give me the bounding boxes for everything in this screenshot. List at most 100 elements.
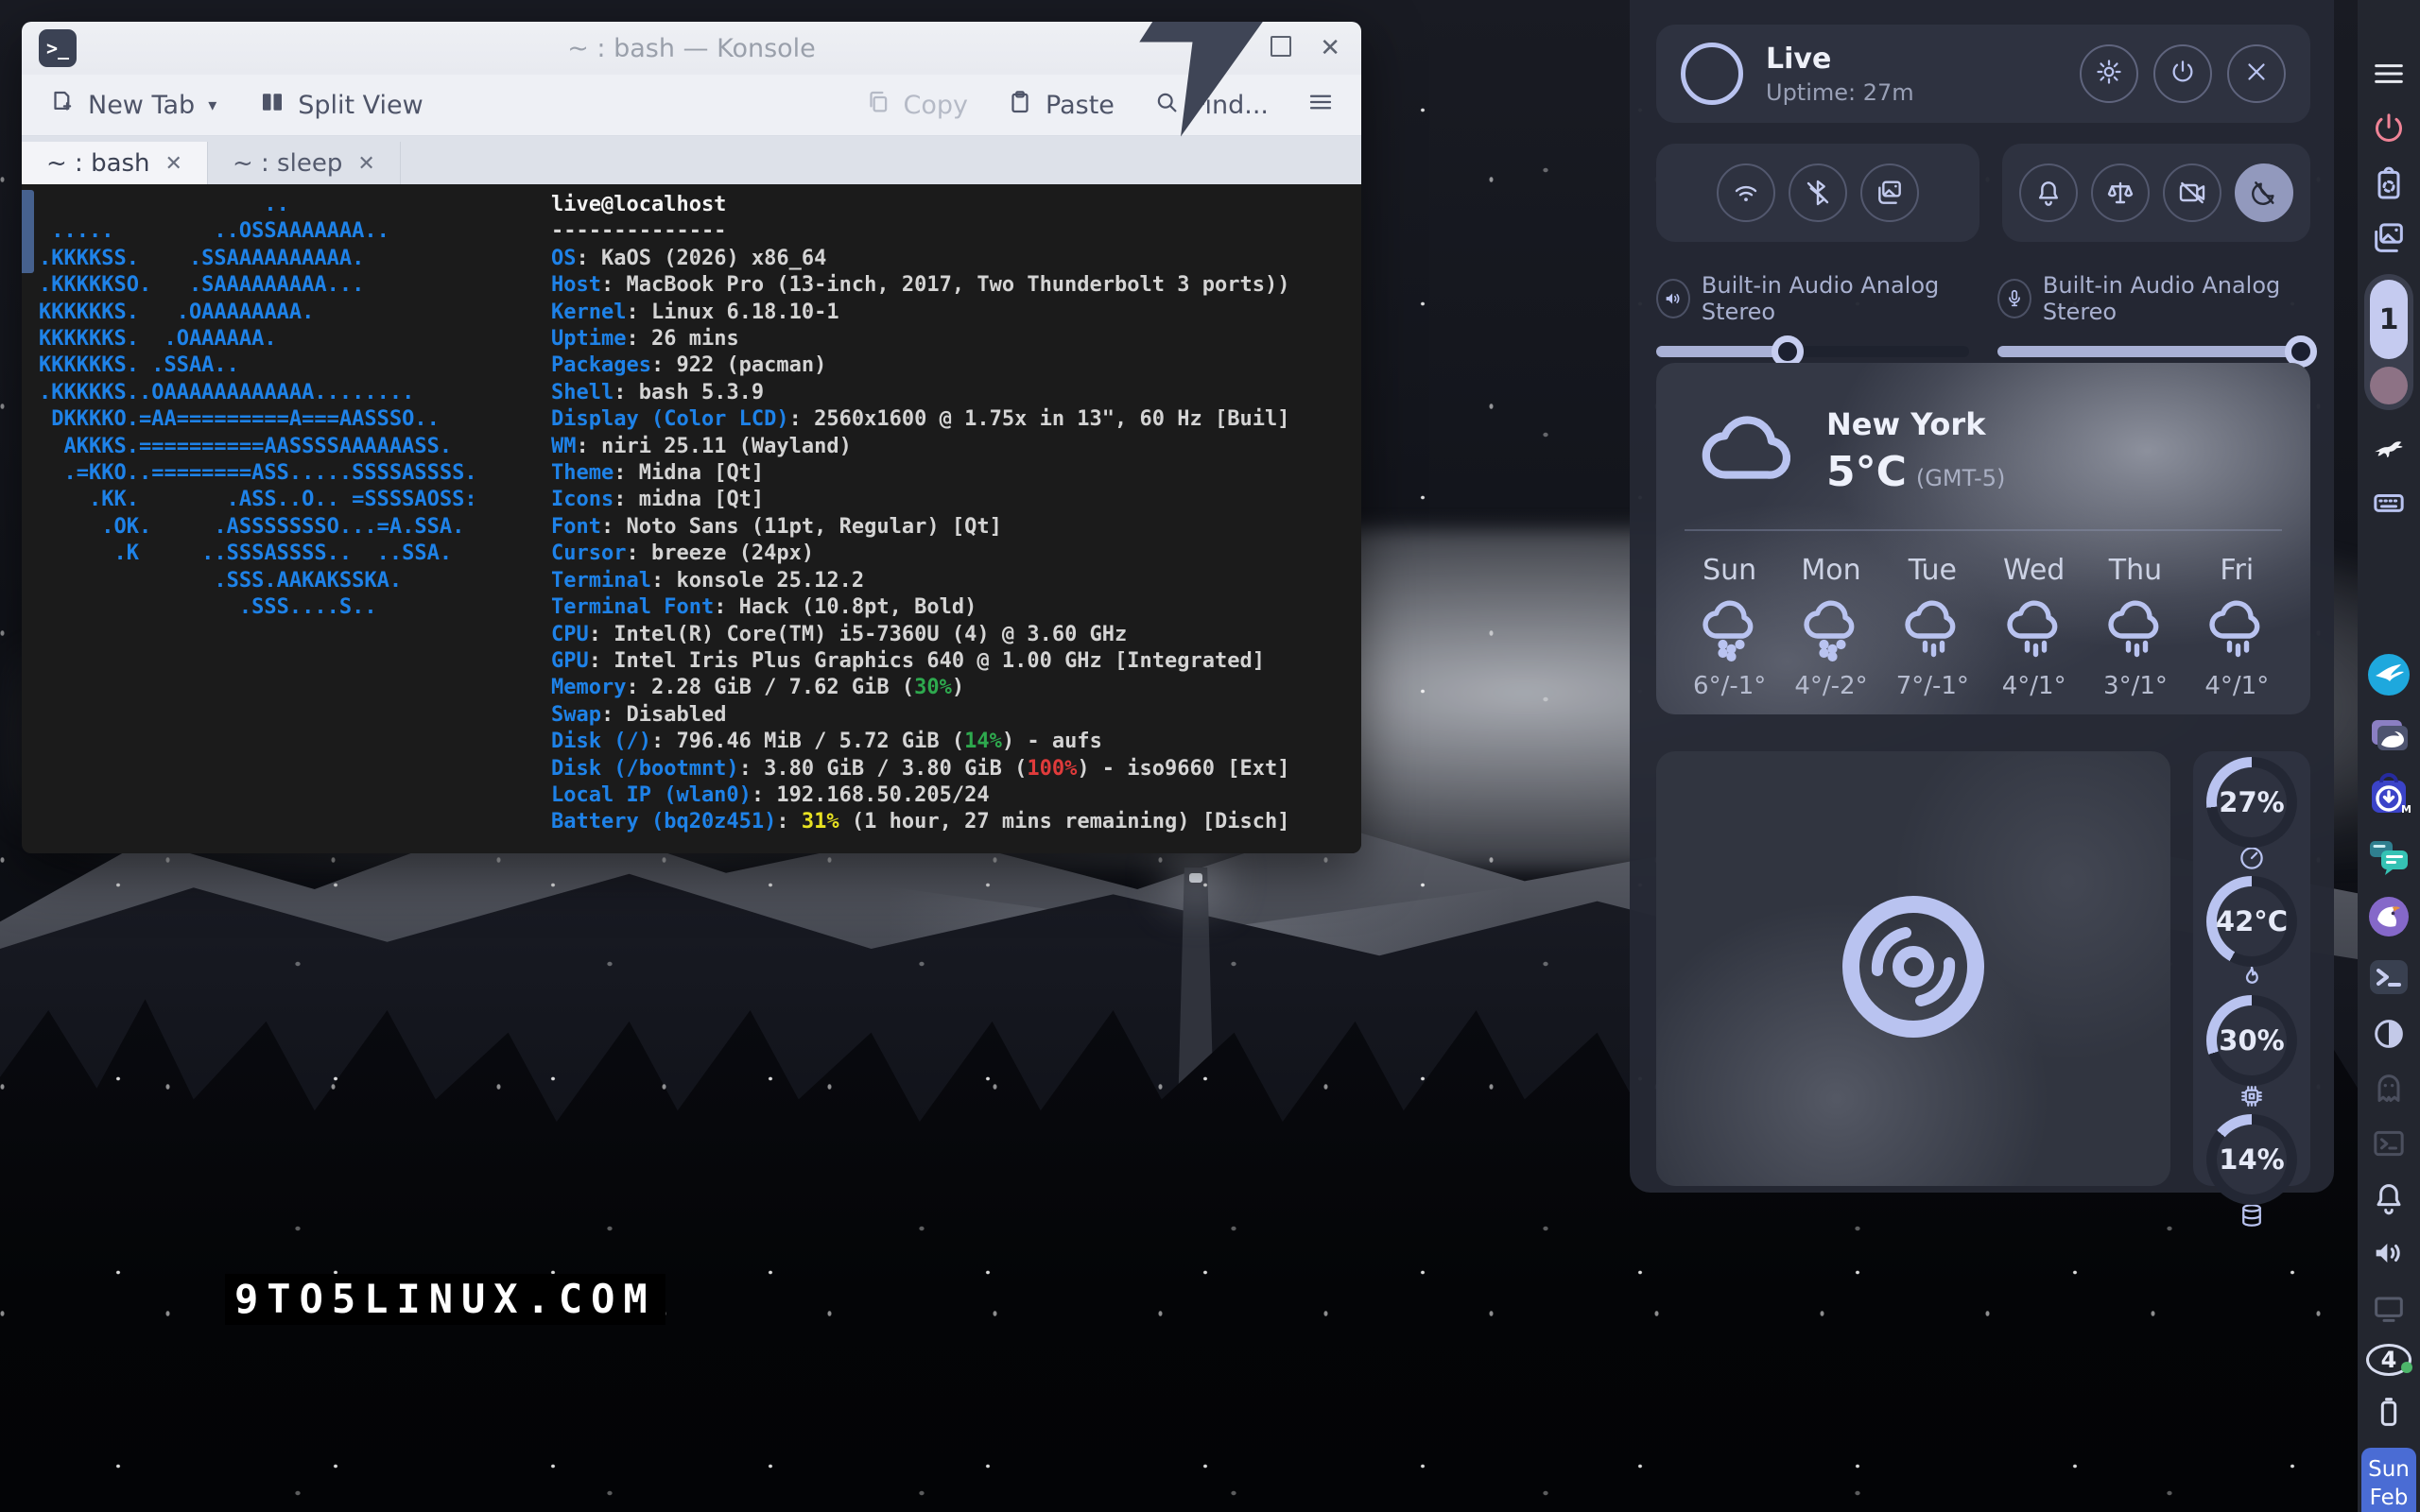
dock-volume-button[interactable] — [2364, 1234, 2413, 1272]
dock-contrast-button[interactable] — [2364, 1015, 2413, 1053]
dock-app-kaos-launcher[interactable] — [2364, 652, 2413, 697]
toggles-card-2 — [2002, 144, 2310, 242]
dock-app-dolphin[interactable] — [2364, 713, 2413, 758]
dock-keyboard-button[interactable] — [2364, 484, 2413, 522]
chip-icon — [2206, 1082, 2297, 1114]
speaker-icon — [1656, 279, 1690, 318]
dock-terminal-outline-button[interactable] — [2364, 1125, 2413, 1162]
dock-clipboard-button[interactable] — [2364, 164, 2413, 202]
dock-app-falkon[interactable] — [2364, 894, 2413, 939]
new-tab-button[interactable]: New Tab ▾ — [48, 88, 216, 123]
database-icon — [2206, 1201, 2297, 1233]
dock-display-button[interactable] — [2364, 1289, 2413, 1327]
toggle-wifi[interactable] — [1717, 163, 1775, 222]
workspace-other[interactable] — [2370, 367, 2408, 404]
close-icon — [2242, 58, 2271, 90]
settings-button[interactable] — [2080, 44, 2138, 103]
workspace-current[interactable]: 1 — [2370, 280, 2408, 359]
weather-temp: 5°C(GMT-5) — [1826, 448, 2005, 496]
forecast-day: Mon4°/-2° — [1780, 548, 1881, 697]
audio-device: Built-in Audio Analog Stereo — [1997, 272, 2310, 352]
gear-icon — [2095, 58, 2123, 90]
media-widget[interactable] — [1656, 751, 2170, 1186]
volume-slider[interactable] — [1656, 346, 1969, 357]
dock-photos-button[interactable] — [2364, 219, 2413, 257]
gauge-value: 27% — [2206, 757, 2297, 848]
dock-app-chat[interactable] — [2364, 833, 2413, 879]
weather-divider — [1685, 529, 2282, 531]
watermark: 9TO5LINUX.COM — [225, 1274, 666, 1325]
snow-cloud-icon — [1696, 650, 1764, 668]
dock-ghost-button[interactable] — [2364, 1070, 2413, 1108]
paste-icon — [1006, 88, 1034, 123]
speedometer-icon — [2206, 844, 2297, 876]
toggle-bell[interactable] — [2019, 163, 2078, 222]
chevron-down-icon[interactable]: ▾ — [208, 95, 216, 115]
toggle-video-off[interactable] — [2163, 163, 2221, 222]
dock-app-konsole-app[interactable] — [2364, 954, 2413, 1000]
gauge-speedometer: 27% — [2206, 757, 2297, 876]
forecast-temps: 3°/1° — [2084, 672, 2186, 700]
dock-battery-button[interactable] — [2364, 1393, 2413, 1431]
forecast-temps: 4°/1° — [1983, 672, 2084, 700]
forecast-day-label: Mon — [1780, 554, 1881, 587]
forecast-day-label: Tue — [1882, 554, 1983, 587]
new-tab-icon — [48, 88, 77, 123]
weather-forecast: Sun6°/-1°Mon4°/-2°Tue7°/-1°Wed4°/1°Thu3°… — [1679, 548, 2288, 697]
session-card: Live Uptime: 27m — [1656, 25, 2310, 123]
terminal-view[interactable]: .. ..... ..OSSAAAAAAA.. .KKKKSS. .SSAAAA… — [22, 184, 1361, 853]
flame-icon — [2206, 963, 2297, 995]
split-view-button[interactable]: Split View — [258, 88, 424, 123]
system-monitor-card: 27% 42°C 30% 14% — [2193, 751, 2310, 1186]
copy-icon — [864, 88, 892, 123]
fastfetch-info: live@localhost -------------- OS: KaOS (… — [551, 192, 1290, 836]
volume-slider[interactable] — [1997, 346, 2310, 357]
forecast-day: Thu3°/1° — [2084, 548, 2186, 697]
forecast-day: Tue7°/-1° — [1882, 548, 1983, 697]
gauge-chip: 30% — [2206, 995, 2297, 1114]
split-view-icon — [258, 88, 286, 123]
control-center-panel: Live Uptime: 27m Built-in Audio Analog S… — [1630, 0, 2334, 1193]
copy-button[interactable]: Copy — [864, 88, 969, 123]
gauge-value: 30% — [2206, 995, 2297, 1086]
avatar — [1681, 43, 1743, 105]
workspace-switcher[interactable]: 1 — [2364, 274, 2413, 410]
audio-sliders: Built-in Audio Analog Stereo Built-in Au… — [1656, 272, 2310, 352]
dock-app-app-store[interactable]: M — [2364, 773, 2413, 818]
snow-cloud-icon — [1797, 650, 1865, 668]
tab-close-icon[interactable]: ✕ — [165, 152, 182, 176]
weather-widget[interactable]: New York 5°C(GMT-5) Sun6°/-1°Mon4°/-2°Tu… — [1656, 363, 2310, 714]
tab-bash[interactable]: ~ : bash ✕ — [22, 142, 208, 185]
close-panel-button[interactable] — [2227, 44, 2286, 103]
gauge-value: 14% — [2206, 1114, 2297, 1205]
svg-text:M: M — [2401, 803, 2411, 816]
microphone-icon — [1997, 279, 2031, 318]
rain-cloud-icon — [2203, 650, 2271, 668]
toggle-bluetooth-off[interactable] — [1789, 163, 1847, 222]
forecast-day: Sun6°/-1° — [1679, 548, 1780, 697]
status-badge[interactable]: 4 — [2366, 1344, 2411, 1376]
session-uptime: Uptime: 27m — [1766, 79, 1914, 106]
shutdown-button[interactable] — [2153, 44, 2212, 103]
tab-bar: ~ : bash ✕ ~ : sleep ✕ — [22, 136, 1361, 185]
dock-bell-button[interactable] — [2364, 1179, 2413, 1217]
toggle-night-mode[interactable] — [2235, 163, 2293, 222]
audio-device-label: Built-in Audio Analog Stereo — [2043, 272, 2310, 325]
toggles-card-1 — [1656, 144, 1979, 242]
clock-line: Feb — [2361, 1484, 2416, 1512]
dock-power-button[interactable] — [2364, 110, 2413, 147]
lighthouse-lamp — [1189, 873, 1202, 883]
scroll-indicator[interactable] — [22, 190, 34, 273]
gauge-database: 14% — [2206, 1114, 2297, 1233]
clock[interactable]: SunFeb1520:13 — [2361, 1448, 2416, 1512]
tab-sleep[interactable]: ~ : sleep ✕ — [208, 142, 401, 185]
toggle-scale[interactable] — [2091, 163, 2150, 222]
dock-hamburger-button[interactable] — [2364, 55, 2413, 93]
dock-ferret-button[interactable] — [2364, 429, 2413, 467]
desktop: 9TO5LINUX.COM >_ ~ : bash — Konsole − ✕ … — [0, 0, 2420, 1512]
audio-device: Built-in Audio Analog Stereo — [1656, 272, 1969, 352]
konsole-icon: >_ — [39, 29, 77, 67]
tab-close-icon[interactable]: ✕ — [357, 152, 374, 176]
toggle-photos[interactable] — [1860, 163, 1919, 222]
dock: 1 M 4 SunFeb1520:13 — [2358, 0, 2420, 1512]
